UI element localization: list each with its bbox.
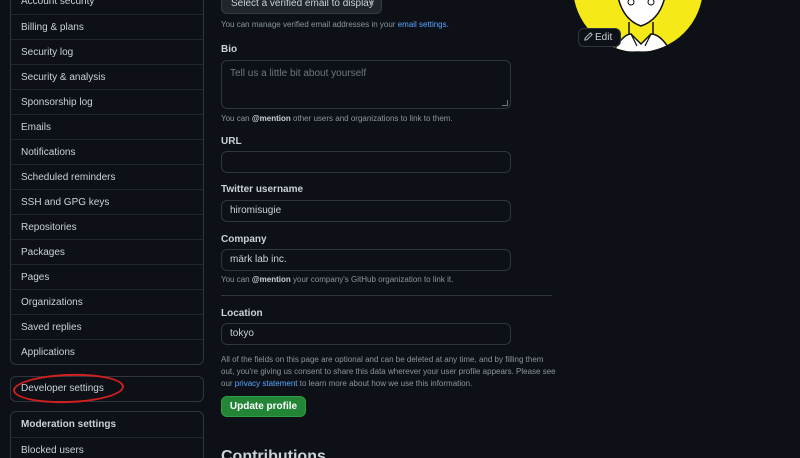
email-settings-link[interactable]: email settings. xyxy=(398,20,449,29)
privacy-statement-link[interactable]: privacy statement xyxy=(235,379,298,388)
sidebar-item-packages[interactable]: Packages xyxy=(11,239,203,264)
profile-disclaimer: All of the fields on this page are optio… xyxy=(221,354,556,390)
disclaimer-end-text: to learn more about how we use this info… xyxy=(299,379,473,388)
bio-label: Bio xyxy=(221,44,238,55)
company-label: Company xyxy=(221,234,267,245)
sidebar-item-security-analysis[interactable]: Security & analysis xyxy=(11,64,203,89)
sidebar-item-applications[interactable]: Applications xyxy=(11,339,203,364)
email-note-text: You can manage verified email addresses … xyxy=(221,20,396,29)
twitter-username-input[interactable]: hiromisugie xyxy=(221,200,511,222)
settings-sidebar: Account security Billing & plans Securit… xyxy=(10,0,204,365)
location-input[interactable]: tokyo xyxy=(221,323,511,345)
moderation-settings-section: Moderation settings Blocked users xyxy=(10,411,204,458)
sidebar-item-blocked-users[interactable]: Blocked users xyxy=(11,438,203,458)
public-email-select-value: Select a verified email to display xyxy=(231,0,374,9)
url-input[interactable] xyxy=(221,151,511,173)
sidebar-item-sponsorship-log[interactable]: Sponsorship log xyxy=(11,89,203,114)
select-caret-icon: ⬍ xyxy=(368,0,375,8)
sidebar-item-saved-replies[interactable]: Saved replies xyxy=(11,314,203,339)
sidebar-item-security-log[interactable]: Security log xyxy=(11,39,203,64)
contributions-heading: Contributions xyxy=(221,448,326,458)
sidebar-item-pages[interactable]: Pages xyxy=(11,264,203,289)
bio-note-mention: @mention xyxy=(251,114,291,123)
resize-handle-icon[interactable] xyxy=(502,100,508,106)
company-note-prefix: You can xyxy=(221,275,250,284)
bio-textarea[interactable]: Tell us a little bit about yourself xyxy=(221,60,511,109)
bio-note-prefix: You can xyxy=(221,114,250,123)
edit-avatar-label: Edit xyxy=(595,32,613,43)
company-note-mention: @mention xyxy=(251,275,291,284)
bio-note: You can @mention other users and organiz… xyxy=(221,114,453,123)
moderation-settings-heading: Moderation settings xyxy=(11,412,203,438)
update-profile-button[interactable]: Update profile xyxy=(221,396,306,417)
sidebar-item-notifications[interactable]: Notifications xyxy=(11,139,203,164)
url-label: URL xyxy=(221,136,242,147)
company-note-suffix: your company's GitHub organization to li… xyxy=(293,275,454,284)
sidebar-item-scheduled-reminders[interactable]: Scheduled reminders xyxy=(11,164,203,189)
bio-note-suffix: other users and organizations to link to… xyxy=(293,114,453,123)
company-input[interactable]: märk lab inc. xyxy=(221,249,511,271)
sidebar-item-emails[interactable]: Emails xyxy=(11,114,203,139)
sidebar-item-developer-settings[interactable]: Developer settings xyxy=(10,376,204,402)
sidebar-item-ssh-gpg-keys[interactable]: SSH and GPG keys xyxy=(11,189,203,214)
email-note: You can manage verified email addresses … xyxy=(221,20,449,29)
location-label: Location xyxy=(221,308,263,319)
public-email-select[interactable]: Select a verified email to display ⬍ xyxy=(221,0,382,14)
twitter-label: Twitter username xyxy=(221,184,304,195)
bio-placeholder: Tell us a little bit about yourself xyxy=(230,68,367,79)
sidebar-item-billing[interactable]: Billing & plans xyxy=(11,14,203,39)
edit-avatar-button[interactable]: Edit xyxy=(578,28,621,47)
company-note: You can @mention your company's GitHub o… xyxy=(221,275,453,284)
form-divider xyxy=(221,295,552,296)
pencil-icon xyxy=(584,32,593,41)
sidebar-item-organizations[interactable]: Organizations xyxy=(11,289,203,314)
sidebar-item-account-security[interactable]: Account security xyxy=(11,0,203,14)
sidebar-item-repositories[interactable]: Repositories xyxy=(11,214,203,239)
